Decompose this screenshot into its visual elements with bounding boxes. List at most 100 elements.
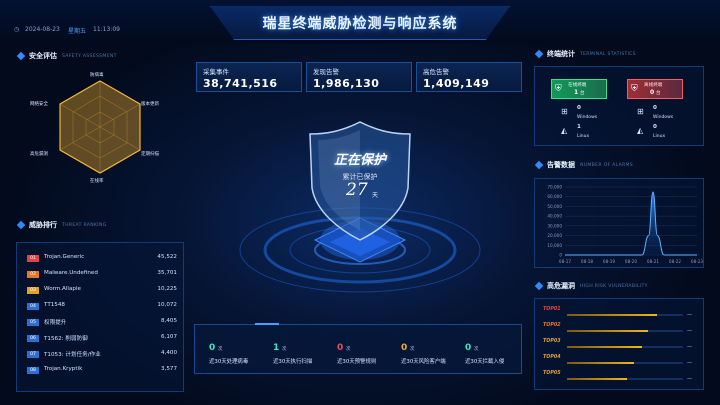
- threat-count: 10,072: [157, 302, 177, 308]
- vuln-rank-tag: TOP05: [543, 371, 561, 376]
- windows-icon: ⊞: [637, 107, 644, 116]
- vuln-bar-fill: [567, 346, 643, 348]
- vuln-rank-tag: TOP01: [543, 307, 561, 312]
- ranking-row: 07 T1053: 计划任务/作业 4,400: [27, 349, 177, 361]
- vuln-value: —: [687, 328, 692, 334]
- vuln-rank-tag: TOP02: [543, 323, 561, 328]
- bottom-stat-value: 0: [337, 343, 344, 353]
- radar-label-3: 在线率: [90, 179, 104, 184]
- linux-online-label: Linux: [577, 134, 590, 139]
- stat-label: 采集事件: [203, 68, 229, 76]
- bottom-stat-label: 近30天风险客户端: [401, 359, 446, 365]
- vuln-bar-fill: [567, 362, 635, 364]
- protect-days: 27: [346, 180, 368, 200]
- rank-badge: 01: [27, 255, 39, 262]
- bottom-stat-item: 0 次近30天预警规则: [337, 343, 401, 383]
- ranking-title: 威胁排行: [29, 221, 57, 229]
- vuln-row: TOP02 —: [543, 321, 693, 334]
- online-value: 1: [574, 89, 579, 96]
- dashboard: 瑞星终端威胁检测与响应系统 ◷ 2024-08-23 星期五 11:13:09 …: [0, 0, 720, 405]
- vuln-bar-fill: [567, 378, 628, 380]
- threat-name: T1053: 计划任务/作业: [44, 352, 101, 358]
- rank-badge: 03: [27, 287, 39, 294]
- terminal-panel: ⛨ 在线终端 1 台 ⛨ 离线终端 0 台 ⊞ 0 Windows ⊞ 0 Wi…: [534, 66, 704, 146]
- alarm-chart: 0 10,000 20,000 30,000 40,000 50,000 60,000 70,…: [547, 185, 704, 265]
- alarms-panel: 0 10,000 20,000 30,000 40,000 50,000 60,000 70,…: [534, 178, 704, 268]
- radar-chart: 防病毒 版本更新 定期扫描 在线率 高危漏洞 网络安全: [16, 66, 184, 196]
- offline-unit: 台: [656, 91, 661, 96]
- section-marker-icon: [534, 160, 544, 170]
- bottom-stat-unit: 次: [282, 347, 287, 352]
- ranking-row: 06 T1562: 削弱防御 6,107: [27, 333, 177, 345]
- bottom-stat-unit: 次: [474, 347, 479, 352]
- threat-count: 45,522: [157, 254, 177, 260]
- ranking-row: 03 Worm.Allaple 10,225: [27, 285, 177, 297]
- bottom-stats-panel: 0 次近30天处理病毒 1 次近30天执行扫描 0 次近30天预警规则 0 次近30天风险客户…: [194, 323, 522, 374]
- bottom-stat-label: 近30天预警规则: [337, 359, 377, 365]
- bottom-stat-label: 近30天执行扫描: [273, 359, 313, 365]
- bottom-stat-item: 1 次近30天执行扫描: [273, 343, 337, 383]
- section-marker-icon: [16, 220, 26, 230]
- threat-name: TT1548: [44, 302, 65, 308]
- stat-value: 1,986,130: [313, 77, 380, 90]
- vuln-row: TOP03 —: [543, 337, 693, 350]
- vuln-list: TOP01 — TOP02 — TOP03 — TOP04 — TOP05 —: [543, 305, 699, 385]
- terminal-title: 终端统计: [547, 50, 575, 58]
- threat-name: Trojan.Generic: [44, 254, 85, 260]
- bottom-stat-label: 近30天拦截入侵: [465, 359, 505, 365]
- bottom-stat-item: 0 次近30天拦截入侵: [465, 343, 529, 383]
- vuln-row: TOP01 —: [543, 305, 693, 318]
- stat-value: 1,409,149: [423, 77, 490, 90]
- header-time: 11:13:09: [93, 26, 120, 33]
- x-tick-label: 08-19: [603, 259, 616, 264]
- radar-label-4: 高危漏洞: [30, 152, 48, 157]
- ranking-list: 01 Trojan.Generic 45,522 02 Malware.Undefine…: [27, 253, 177, 393]
- vuln-rank-tag: TOP04: [543, 355, 561, 360]
- safety-header: 安全评估 SAFETY ASSESSMENT: [16, 50, 117, 62]
- x-tick-label: 08-23: [691, 259, 704, 264]
- offline-label: 离线终端: [644, 83, 663, 88]
- ranking-header: 威胁排行 THREAT RANKING: [16, 219, 107, 231]
- win-online-label: Windows: [577, 115, 598, 120]
- ranking-subtitle: THREAT RANKING: [62, 222, 107, 228]
- x-tick-label: 08-17: [559, 259, 572, 264]
- x-tick-label: 08-18: [581, 259, 594, 264]
- alarms-subtitle: NUMBER OF ALARMS: [580, 162, 634, 168]
- threat-count: 10,225: [157, 286, 177, 292]
- x-tick-label: 08-22: [669, 259, 682, 264]
- header-weekday: 星期五: [68, 28, 87, 35]
- section-marker-icon: [534, 281, 544, 291]
- y-tick-label: 10,000: [547, 243, 562, 248]
- radar-label-2: 定期扫描: [141, 152, 159, 157]
- bottom-stat-value: 1: [273, 343, 280, 353]
- safety-title: 安全评估: [29, 52, 57, 60]
- win-offline-label: Windows: [653, 115, 674, 120]
- stat-label: 发现告警: [313, 68, 339, 76]
- bottom-stat-value: 0: [209, 343, 216, 353]
- threat-name: Worm.Allaple: [44, 286, 81, 292]
- windows-icon: ⊞: [561, 107, 568, 116]
- bottom-stats-list: 0 次近30天处理病毒 1 次近30天执行扫描 0 次近30天预警规则 0 次近30天风险客户…: [209, 343, 529, 373]
- radar-label-0: 防病毒: [90, 73, 104, 78]
- y-tick-label: 40,000: [547, 214, 562, 219]
- threat-count: 35,701: [157, 270, 177, 276]
- rank-badge: 06: [27, 335, 39, 342]
- protect-unit: 天: [372, 192, 379, 199]
- offline-value: 0: [650, 89, 655, 96]
- bottom-stat-unit: 次: [218, 347, 223, 352]
- page-title: 瑞星终端威胁检测与响应系统: [262, 16, 458, 32]
- linux-icon: ◭: [561, 126, 568, 135]
- vuln-value: —: [687, 360, 692, 366]
- threat-name: Malware.Undefined: [44, 270, 98, 276]
- win-offline-value: 0: [653, 105, 657, 111]
- stat-card-events: 采集事件 38,741,516: [196, 62, 302, 92]
- vuln-bar-fill: [567, 330, 649, 332]
- rank-badge: 02: [27, 271, 39, 278]
- threat-count: 3,577: [160, 366, 177, 372]
- vuln-bar-fill: [567, 314, 658, 316]
- ranking-row: 08 Trojan.Kryptik 3,577: [27, 365, 177, 377]
- bottom-stat-label: 近30天处理病毒: [209, 359, 249, 365]
- vuln-value: —: [687, 376, 692, 382]
- stat-card-high-alerts: 高危告警 1,409,149: [416, 62, 522, 92]
- ranking-row: 05 权限提升 8,405: [27, 317, 177, 329]
